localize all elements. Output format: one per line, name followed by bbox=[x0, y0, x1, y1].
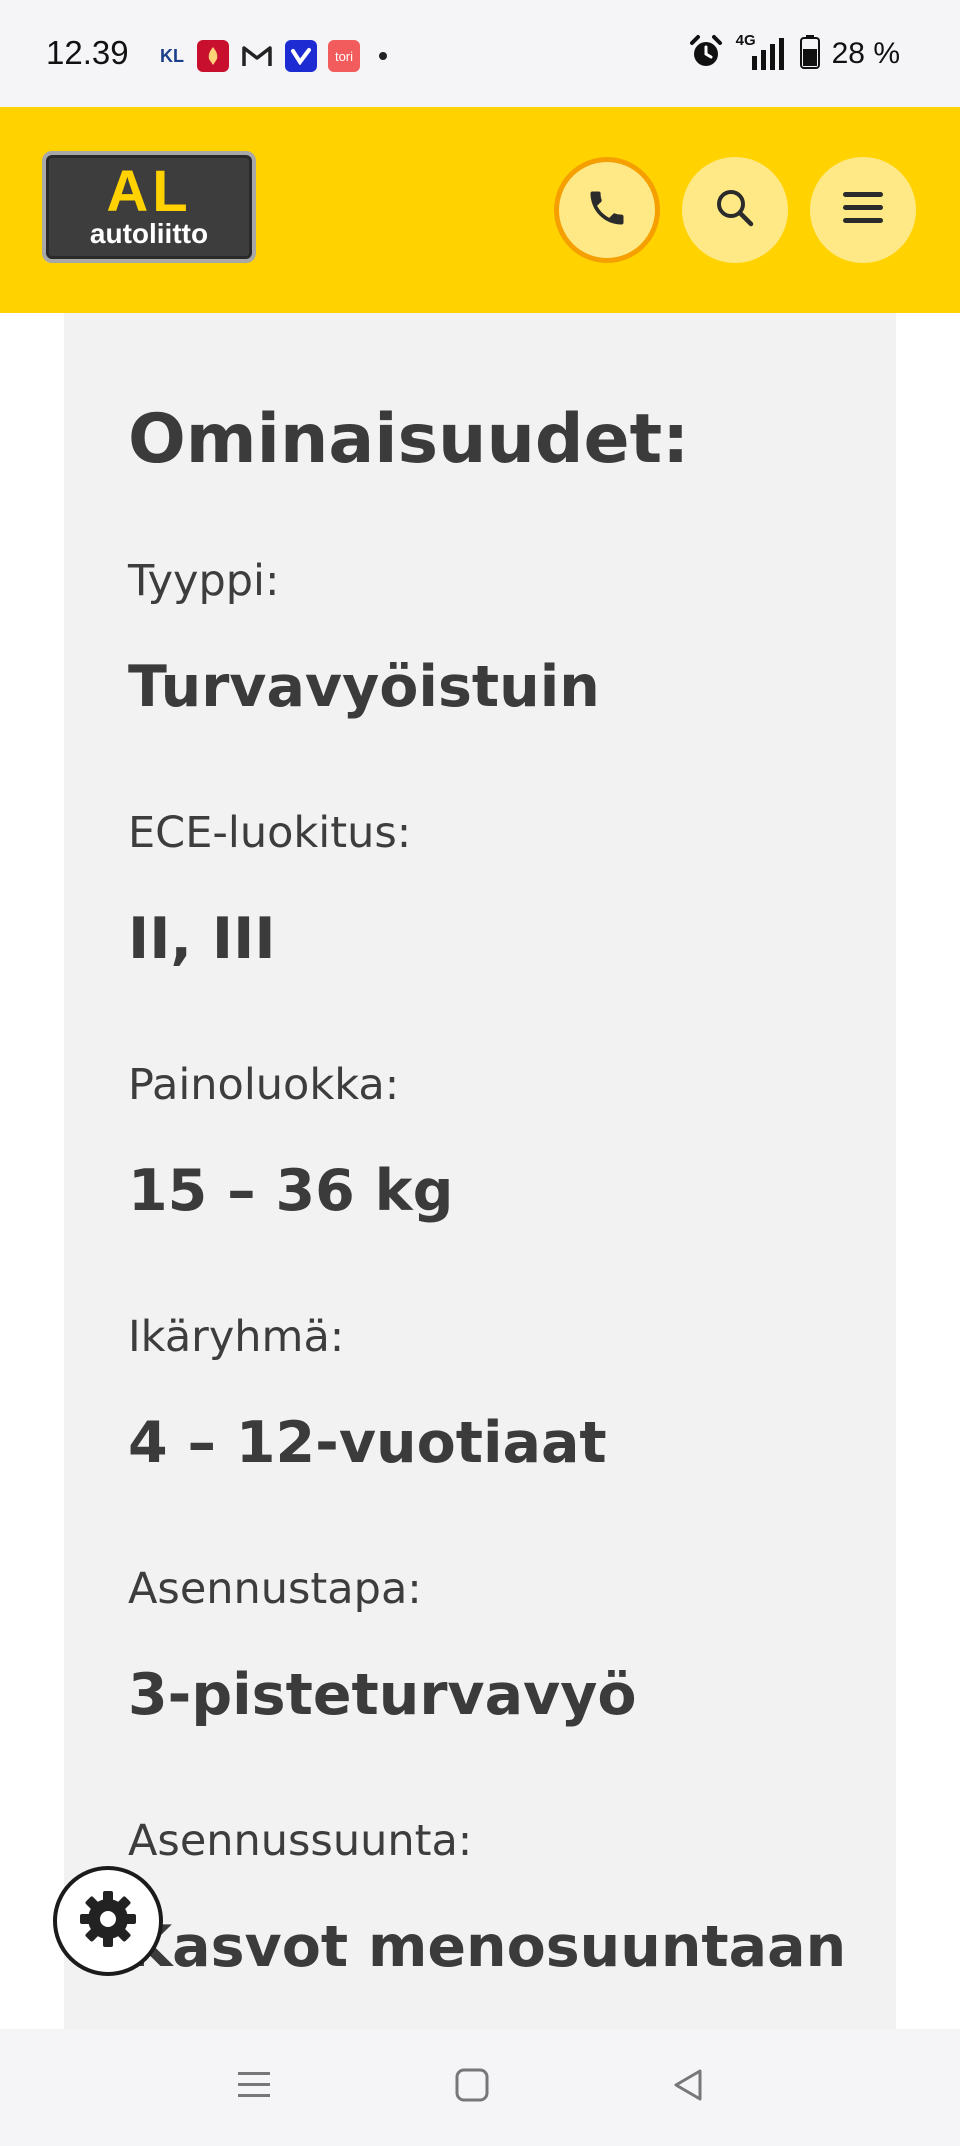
alarm-icon bbox=[688, 34, 724, 74]
feature-value-ece: II, III bbox=[128, 906, 276, 972]
feature-value-direction: Kasvot menosuuntaan bbox=[128, 1914, 847, 1980]
cookie-settings-button[interactable] bbox=[53, 1866, 163, 1976]
gmail-icon bbox=[240, 40, 274, 72]
feature-label-install: Asennustapa: bbox=[128, 1564, 422, 1614]
liverpool-icon bbox=[197, 40, 229, 72]
feature-value-install: 3-pisteturvavyö bbox=[128, 1662, 637, 1728]
feature-label-age: Ikäryhmä: bbox=[128, 1312, 345, 1362]
status-right: 4G 28 % bbox=[688, 32, 900, 74]
status-bar: 12.39 KL tori 4G 28 % bbox=[0, 0, 960, 107]
home-icon bbox=[454, 2067, 490, 2107]
signal-icon: 4G bbox=[736, 32, 788, 72]
recent-apps-button[interactable] bbox=[226, 2059, 282, 2115]
site-header: AL autoliitto bbox=[0, 107, 960, 313]
search-icon bbox=[713, 186, 757, 234]
feature-value-type: Turvavyöistuin bbox=[128, 654, 600, 720]
more-dot-icon bbox=[379, 52, 387, 60]
back-button[interactable] bbox=[660, 2059, 716, 2115]
features-title: Ominaisuudet: bbox=[128, 400, 690, 479]
logo-sub-text: autoliitto bbox=[89, 218, 209, 249]
back-icon bbox=[670, 2067, 706, 2107]
tori-icon: tori bbox=[328, 40, 360, 72]
battery-icon bbox=[799, 35, 820, 73]
notification-icons: KL tori bbox=[158, 40, 387, 72]
feature-value-weight: 15 – 36 kg bbox=[128, 1158, 454, 1224]
menu-button[interactable] bbox=[810, 157, 916, 263]
recent-apps-icon bbox=[236, 2068, 272, 2106]
feature-label-type: Tyyppi: bbox=[128, 556, 280, 606]
search-button[interactable] bbox=[682, 157, 788, 263]
autoliitto-logo[interactable]: AL autoliitto bbox=[42, 151, 256, 263]
feature-label-weight: Painoluokka: bbox=[128, 1060, 400, 1110]
kl-icon: KL bbox=[160, 45, 184, 66]
phone-button[interactable] bbox=[554, 157, 660, 263]
v-app-icon bbox=[285, 40, 317, 72]
menu-icon bbox=[841, 188, 885, 232]
status-time: 12.39 bbox=[46, 34, 129, 71]
home-button[interactable] bbox=[444, 2059, 500, 2115]
feature-label-direction: Asennussuunta: bbox=[128, 1816, 473, 1866]
battery-level: 28 % bbox=[831, 37, 900, 70]
feature-label-ece: ECE-luokitus: bbox=[128, 808, 412, 858]
feature-value-age: 4 – 12-vuotiaat bbox=[128, 1410, 607, 1476]
gear-icon bbox=[76, 1887, 140, 1955]
phone-icon bbox=[585, 186, 629, 234]
logo-main-text: AL bbox=[106, 159, 192, 224]
system-nav-bar bbox=[0, 2029, 960, 2146]
page: 12.39 KL tori 4G 28 % AL autoliitto Omin… bbox=[0, 0, 960, 2146]
